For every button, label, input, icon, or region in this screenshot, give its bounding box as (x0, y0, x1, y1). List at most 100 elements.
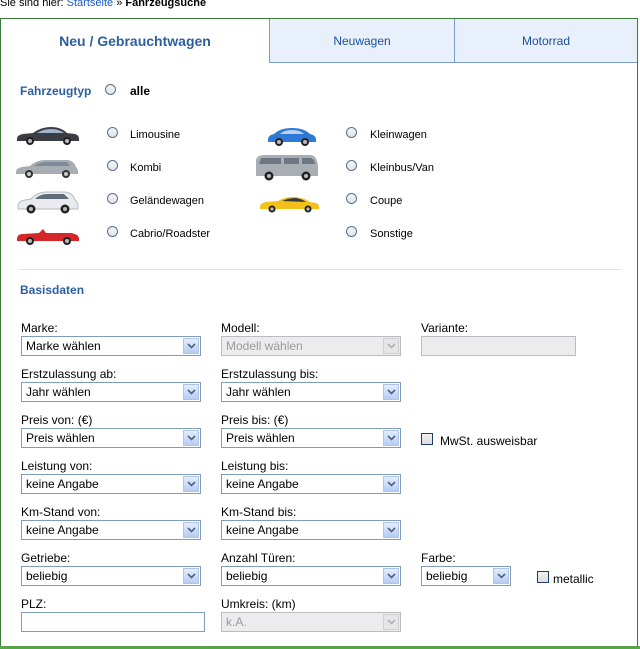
sedan-car-icon (17, 127, 79, 145)
erstzulassung-bis-label: Erstzulassung bis: (221, 367, 319, 381)
chevron-down-icon (383, 430, 399, 446)
km-stand-bis-label: Km-Stand bis: (221, 505, 297, 519)
breadcrumb: Sie sind hier: Startseite » Fahrzeugsuch… (0, 0, 206, 9)
radio-sonstige-label: Sonstige (370, 228, 413, 240)
erstzulassung-bis-value: Jahr wählen (226, 385, 291, 399)
mwst-label: MwSt. ausweisbar (440, 434, 538, 448)
umkreis-label: Umkreis: (km) (221, 597, 296, 611)
coupe-car-icon (260, 196, 319, 213)
plz-input[interactable] (21, 612, 205, 632)
leistung-von-label: Leistung von: (21, 459, 93, 473)
convertible-car-icon (17, 229, 79, 245)
preis-von-label: Preis von: (€) (21, 413, 93, 427)
km-stand-von-label: Km-Stand von: (21, 505, 101, 519)
getriebe-value: beliebig (26, 569, 68, 583)
radio-gelaendewagen-label: Geländewagen (130, 195, 205, 207)
metallic-label: metallic (553, 572, 594, 586)
tab-motorrad[interactable]: Motorrad (455, 19, 637, 63)
modell-select-value: Modell wählen (226, 339, 303, 353)
basisdaten-title: Basisdaten (20, 283, 85, 297)
marke-select-value: Marke wählen (26, 339, 101, 353)
variante-label: Variante: (421, 321, 469, 335)
chevron-down-icon (383, 384, 399, 400)
modell-select[interactable]: Modell wählen (221, 336, 401, 356)
station-wagon-car-icon (16, 160, 78, 178)
getriebe-select[interactable]: beliebig (21, 566, 201, 586)
leistung-bis-select[interactable]: keine Angabe (221, 474, 401, 494)
radio-alle-label: alle (130, 84, 151, 98)
radio-kleinbus-van[interactable] (346, 160, 357, 171)
erstzulassung-ab-value: Jahr wählen (26, 385, 91, 399)
leistung-von-value: keine Angabe (26, 477, 99, 491)
chevron-down-icon (383, 476, 399, 492)
radio-limousine-label: Limousine (130, 129, 181, 141)
tab-neu-gebrauchtwagen[interactable]: Neu / Gebrauchtwagen (1, 19, 270, 63)
km-stand-bis-value: keine Angabe (226, 523, 299, 537)
chevron-down-icon (183, 522, 199, 538)
farbe-label: Farbe: (421, 551, 456, 565)
section-divider (18, 269, 622, 270)
breadcrumb-prefix: Sie sind hier: (0, 0, 64, 9)
radio-kombi-label: Kombi (130, 162, 162, 174)
anzahl-tueren-label: Anzahl Türen: (221, 551, 296, 565)
variante-input[interactable] (421, 336, 576, 356)
plz-label: PLZ: (21, 597, 47, 611)
radio-kleinbus-van-label: Kleinbus/Van (370, 162, 435, 174)
chevron-down-icon (183, 338, 199, 354)
farbe-value: beliebig (426, 569, 468, 583)
marke-select[interactable]: Marke wählen (21, 336, 201, 356)
marke-label: Marke: (21, 321, 58, 335)
breadcrumb-home-link[interactable]: Startseite (67, 0, 113, 9)
preis-von-value: Preis wählen (26, 431, 95, 445)
small-car-icon (268, 128, 316, 146)
km-stand-bis-select[interactable]: keine Angabe (221, 520, 401, 540)
farbe-select[interactable]: beliebig (421, 566, 511, 586)
radio-kleinwagen-label: Kleinwagen (370, 129, 427, 141)
umkreis-value: k.A. (226, 615, 247, 629)
anzahl-tueren-value: beliebig (226, 569, 268, 583)
radio-cabrio-roadster-label: Cabrio/Roadster (130, 228, 211, 240)
radio-limousine[interactable] (107, 127, 118, 138)
anzahl-tueren-select[interactable]: beliebig (221, 566, 401, 586)
chevron-down-icon (383, 338, 399, 354)
search-panel (0, 18, 638, 649)
erstzulassung-ab-label: Erstzulassung ab: (21, 367, 117, 381)
radio-kleinwagen[interactable] (346, 127, 357, 138)
leistung-von-select[interactable]: keine Angabe (21, 474, 201, 494)
radio-sonstige[interactable] (346, 226, 357, 237)
chevron-down-icon (383, 568, 399, 584)
erstzulassung-bis-select[interactable]: Jahr wählen (221, 382, 401, 402)
van-car-icon (256, 155, 318, 181)
tab-neuwagen[interactable]: Neuwagen (270, 19, 455, 63)
chevron-down-icon (183, 476, 199, 492)
radio-alle[interactable] (105, 84, 116, 95)
preis-bis-value: Preis wählen (226, 431, 295, 445)
chevron-down-icon (383, 522, 399, 538)
metallic-checkbox[interactable] (537, 571, 549, 583)
erstzulassung-ab-select[interactable]: Jahr wählen (21, 382, 201, 402)
chevron-down-icon (183, 384, 199, 400)
getriebe-label: Getriebe: (21, 551, 71, 565)
breadcrumb-current: Fahrzeugsuche (125, 0, 207, 9)
suv-car-icon (17, 191, 79, 214)
breadcrumb-separator: » (116, 0, 123, 9)
leistung-bis-value: keine Angabe (226, 477, 299, 491)
km-stand-von-select[interactable]: keine Angabe (21, 520, 201, 540)
umkreis-select[interactable]: k.A. (221, 612, 401, 632)
radio-coupe[interactable] (346, 193, 357, 204)
radio-gelaendewagen[interactable] (107, 193, 118, 204)
km-stand-von-value: keine Angabe (26, 523, 99, 537)
preis-bis-select[interactable]: Preis wählen (221, 428, 401, 448)
fahrzeugtyp-title: Fahrzeugtyp (20, 84, 92, 98)
radio-coupe-label: Coupe (370, 195, 403, 207)
mwst-checkbox[interactable] (421, 433, 433, 445)
modell-label: Modell: (221, 321, 260, 335)
preis-bis-label: Preis bis: (€) (221, 413, 289, 427)
preis-von-select[interactable]: Preis wählen (21, 428, 201, 448)
chevron-down-icon (183, 430, 199, 446)
chevron-down-icon (183, 568, 199, 584)
leistung-bis-label: Leistung bis: (221, 459, 289, 473)
chevron-down-icon (383, 614, 399, 630)
radio-cabrio-roadster[interactable] (107, 226, 118, 237)
radio-kombi[interactable] (107, 160, 118, 171)
